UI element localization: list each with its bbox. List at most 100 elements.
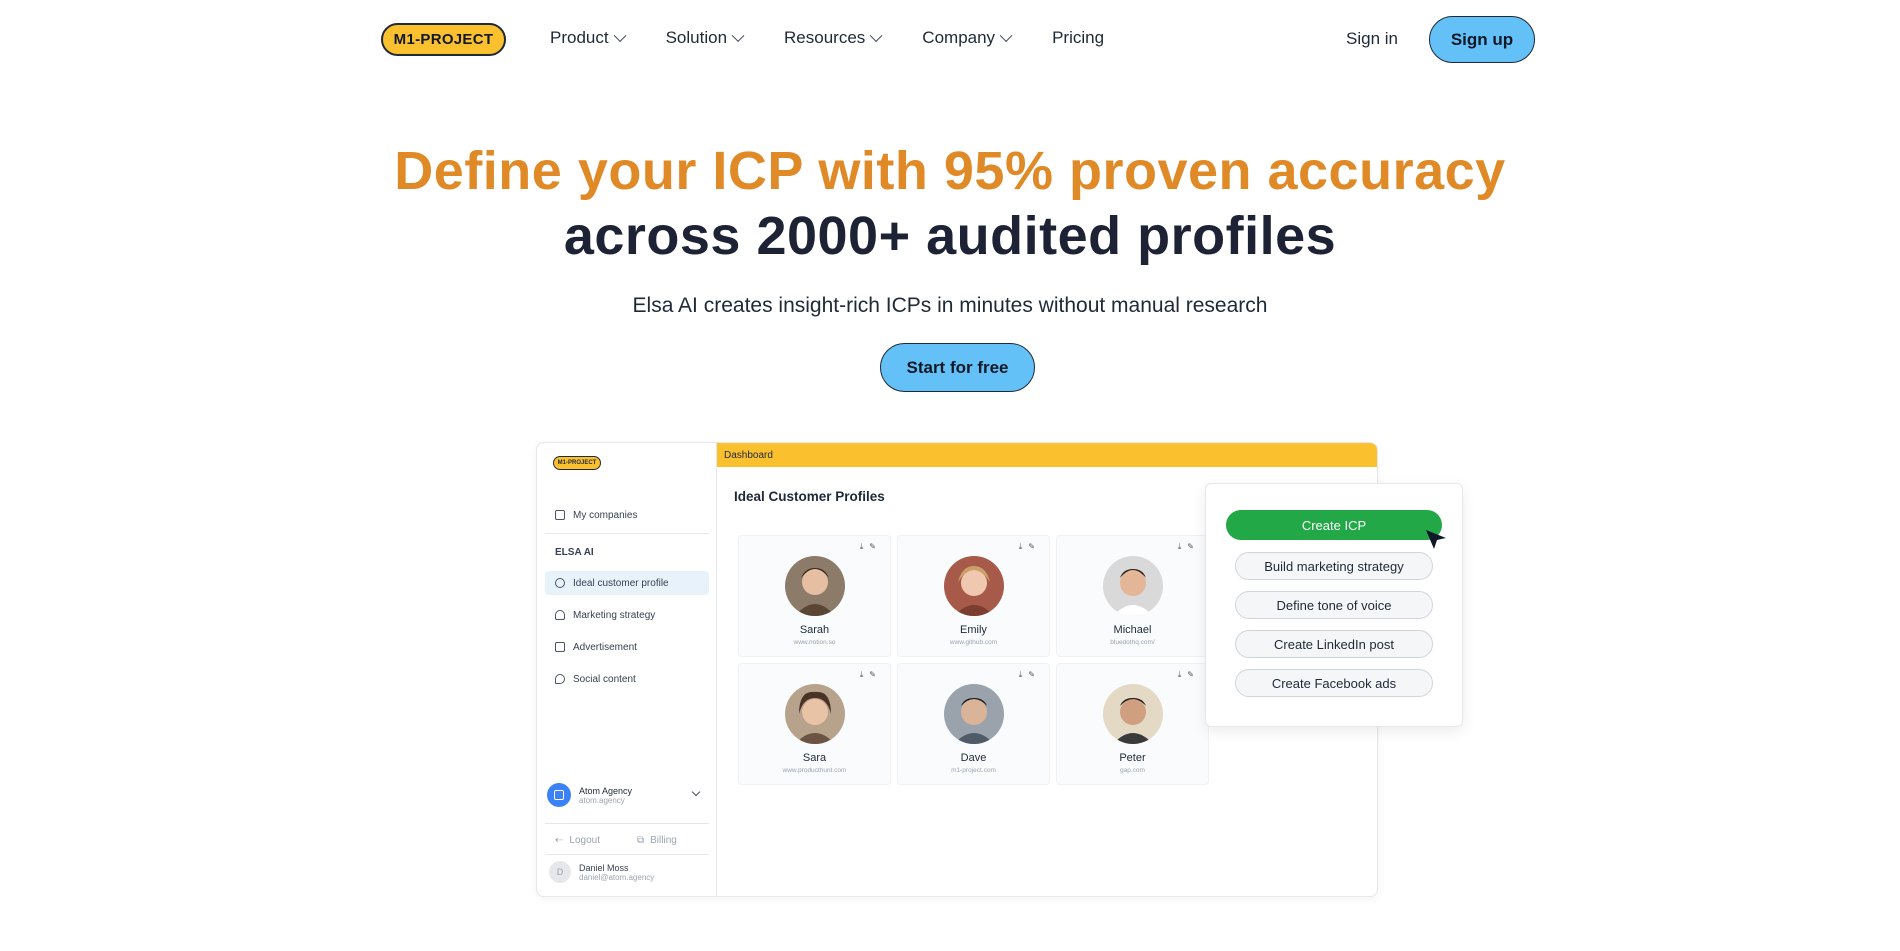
profile-name: Michael — [1113, 624, 1152, 636]
logout-label: Logout — [569, 834, 600, 846]
action-popup: Create ICP Build marketing strategy Defi… — [1205, 483, 1463, 727]
sidebar-item-label: Advertisement — [573, 641, 637, 653]
sidebar-item-marketing-strategy[interactable]: Marketing strategy — [545, 603, 709, 627]
profile-name: Dave — [960, 752, 987, 764]
logout-button[interactable]: ⇠ Logout — [555, 826, 600, 854]
profile-url: gap.com — [1120, 767, 1145, 774]
sidebar-item-social-content[interactable]: Social content — [545, 667, 709, 691]
cursor-icon — [1424, 528, 1448, 557]
hero-subtitle: Elsa AI creates insight-rich ICPs in min… — [632, 294, 1268, 317]
create-icp-button[interactable]: Create ICP — [1226, 510, 1442, 540]
sign-up-button[interactable]: Sign up — [1429, 16, 1535, 63]
page-title: Ideal Customer Profiles — [734, 489, 885, 504]
download-icon[interactable]: ⤓ — [860, 670, 870, 679]
dashboard-logo: M1-PROJECT — [553, 456, 601, 470]
profile-card[interactable]: ⤓✎ Emily www.github.com — [897, 535, 1050, 657]
profile-url: www.producthunt.com — [782, 767, 847, 774]
card-actions[interactable]: ⤓✎ — [1178, 670, 1200, 680]
download-icon[interactable]: ⤓ — [1178, 670, 1188, 679]
billing-icon: ⧉ — [637, 834, 645, 846]
sidebar-section-heading: ELSA AI — [555, 547, 594, 558]
briefcase-icon — [555, 510, 565, 520]
card-actions[interactable]: ⤓✎ — [860, 670, 882, 680]
edit-icon[interactable]: ✎ — [1028, 542, 1041, 551]
profile-name: Peter — [1119, 752, 1146, 764]
sidebar-item-my-companies[interactable]: My companies — [545, 503, 709, 527]
brand-logo[interactable]: M1-PROJECT — [381, 23, 506, 56]
download-icon[interactable]: ⤓ — [1019, 670, 1029, 679]
agency-domain: atom.agency — [579, 795, 625, 805]
chevron-down-icon — [691, 787, 701, 797]
profile-name: Sarah — [799, 624, 830, 636]
profile-name: Emily — [960, 624, 987, 636]
profile-card[interactable]: ⤓✎ Peter gap.com — [1056, 663, 1209, 785]
sidebar-divider — [545, 823, 709, 824]
nav-product-label: Product — [550, 28, 609, 47]
profile-url: m1-project.com — [951, 767, 996, 774]
billing-label: Billing — [650, 834, 677, 846]
nav-product[interactable]: Product — [550, 28, 627, 48]
download-icon[interactable]: ⤓ — [860, 542, 870, 551]
user-profile[interactable]: D Daniel Moss daniel@atom.agency — [549, 861, 654, 883]
nav-resources[interactable]: Resources — [784, 28, 883, 48]
profile-url: bluedothq.com/ — [1110, 639, 1155, 646]
sidebar-item-label: My companies — [573, 509, 638, 521]
profile-url: www.notion.so — [793, 639, 836, 646]
profile-card[interactable]: ⤓✎ Michael bluedothq.com/ — [1056, 535, 1209, 657]
edit-icon[interactable]: ✎ — [1028, 670, 1041, 679]
dashboard-topbar: Dashboard — [717, 443, 1377, 467]
hero-title-line1: Define your ICP with 95% proven accuracy — [394, 141, 1506, 201]
edit-icon[interactable]: ✎ — [869, 542, 882, 551]
avatar — [944, 684, 1004, 744]
avatar — [785, 556, 845, 616]
start-for-free-button[interactable]: Start for free — [880, 343, 1035, 392]
create-linkedin-post-button[interactable]: Create LinkedIn post — [1235, 630, 1433, 658]
nav-pricing-label: Pricing — [1052, 28, 1105, 47]
card-actions[interactable]: ⤓✎ — [1178, 542, 1200, 552]
edit-icon[interactable]: ✎ — [1187, 542, 1200, 551]
chevron-down-icon — [870, 28, 883, 42]
card-actions[interactable]: ⤓✎ — [1019, 670, 1041, 680]
megaphone-icon — [555, 642, 565, 652]
card-actions[interactable]: ⤓✎ — [860, 542, 882, 552]
chevron-down-icon — [731, 28, 745, 42]
user-name: Daniel Moss — [579, 862, 629, 873]
avatar — [1103, 556, 1163, 616]
profile-card[interactable]: ⤓✎ Sara www.producthunt.com — [738, 663, 891, 785]
nav-company-label: Company — [922, 28, 996, 47]
sidebar-item-label: Marketing strategy — [573, 609, 656, 621]
edit-icon[interactable]: ✎ — [869, 670, 882, 679]
download-icon[interactable]: ⤓ — [1019, 542, 1029, 551]
profile-card[interactable]: ⤓✎ Sarah www.notion.so — [738, 535, 891, 657]
sidebar-item-ideal-customer-profile[interactable]: Ideal customer profile — [545, 571, 709, 595]
hero-title-line2: across 2000+ audited profiles — [563, 206, 1337, 266]
flame-icon — [555, 674, 565, 684]
user-email: daniel@atom.agency — [579, 872, 655, 882]
dashboard-sidebar: M1-PROJECT My companies ELSA AI Ideal cu… — [537, 443, 717, 896]
sidebar-item-advertisement[interactable]: Advertisement — [545, 635, 709, 659]
nav-links: Product Solution Resources Company Prici… — [550, 28, 1144, 48]
edit-icon[interactable]: ✎ — [1187, 670, 1200, 679]
profile-card[interactable]: ⤓✎ Dave m1-project.com — [897, 663, 1050, 785]
profile-name: Sara — [802, 752, 827, 764]
card-actions[interactable]: ⤓✎ — [1019, 542, 1041, 552]
chevron-down-icon — [999, 28, 1013, 42]
build-marketing-strategy-button[interactable]: Build marketing strategy — [1235, 552, 1433, 580]
sidebar-item-label: Ideal customer profile — [573, 577, 669, 589]
sidebar-item-label: Social content — [573, 673, 636, 685]
nav-solution-label: Solution — [665, 28, 728, 47]
lightbulb-icon — [555, 610, 565, 620]
logout-icon: ⇠ — [555, 834, 564, 846]
sidebar-divider — [545, 533, 709, 534]
nav-pricing[interactable]: Pricing — [1052, 28, 1104, 48]
agency-switcher[interactable]: Atom Agency atom.agency — [545, 773, 709, 817]
nav-solution[interactable]: Solution — [665, 28, 745, 48]
define-tone-of-voice-button[interactable]: Define tone of voice — [1235, 591, 1433, 619]
sign-in-link[interactable]: Sign in — [1346, 29, 1398, 49]
nav-company[interactable]: Company — [922, 28, 1013, 48]
create-facebook-ads-button[interactable]: Create Facebook ads — [1235, 669, 1433, 697]
download-icon[interactable]: ⤓ — [1178, 542, 1188, 551]
billing-button[interactable]: ⧉ Billing — [637, 826, 677, 854]
avatar — [944, 556, 1004, 616]
chevron-down-icon — [613, 28, 627, 42]
